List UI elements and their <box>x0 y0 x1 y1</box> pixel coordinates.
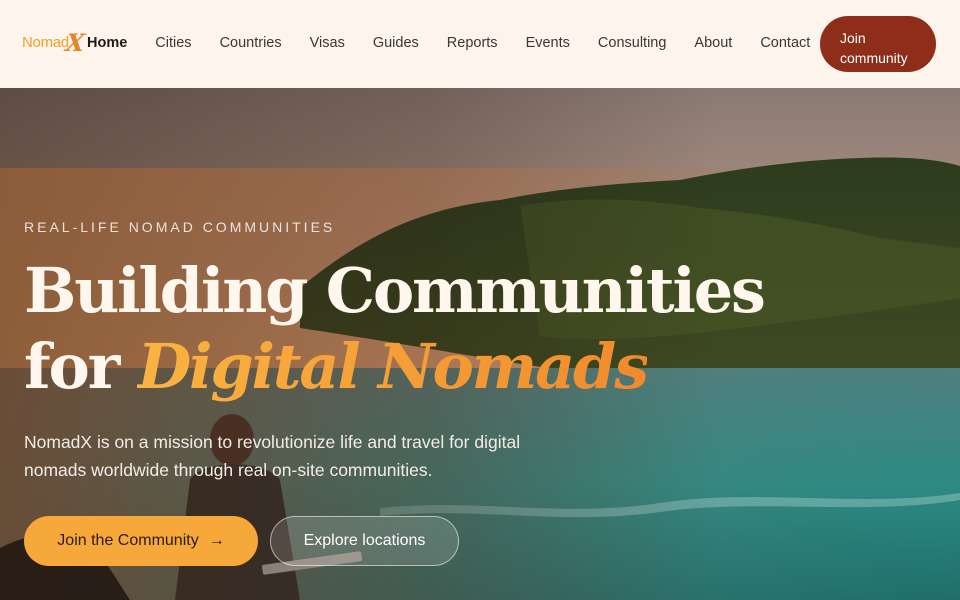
logo-wordmark: Nomad <box>22 34 69 51</box>
hero-subtitle: NomadX is on a mission to revolutionize … <box>24 432 521 480</box>
join-community-button[interactable]: Join community <box>820 16 936 72</box>
nav-link-visas[interactable]: Visas <box>310 35 345 51</box>
logo-x-mark: X <box>63 28 87 57</box>
nav-links: Home Cities Countries Visas Guides Repor… <box>87 35 838 51</box>
nav-link-home[interactable]: Home <box>87 35 127 51</box>
nav-link-guides[interactable]: Guides <box>373 35 419 51</box>
explore-locations-button[interactable]: Explore locations <box>270 516 459 566</box>
join-the-community-button[interactable]: Join the Community → <box>24 516 258 566</box>
nomadx-logo[interactable]: Nomad X <box>22 28 88 59</box>
nav-link-cities[interactable]: Cities <box>155 35 191 51</box>
nav-link-contact[interactable]: Contact <box>760 35 810 51</box>
hero-section: REAL-LIFE NOMAD COMMUNITIES Building Com… <box>0 88 960 600</box>
nav-link-countries[interactable]: Countries <box>220 35 282 51</box>
hero-eyebrow: REAL-LIFE NOMAD COMMUNITIES <box>24 219 336 235</box>
top-navigation: Nomad X Home Cities Countries Visas Guid… <box>0 0 960 88</box>
headline-for: for <box>24 330 120 403</box>
headline-accent: Digital Nomads <box>137 330 649 403</box>
join-label-line2: community <box>840 50 908 66</box>
arrow-right-icon: → <box>208 532 225 549</box>
hero-headline: Building Communities for Digital Nomads <box>24 253 766 405</box>
nav-link-about[interactable]: About <box>694 35 732 51</box>
nav-link-events[interactable]: Events <box>526 35 570 51</box>
nav-link-consulting[interactable]: Consulting <box>598 35 667 51</box>
nav-link-reports[interactable]: Reports <box>447 35 498 51</box>
headline-line1: Building Communities <box>24 254 766 327</box>
join-label-line1: Join <box>840 30 866 46</box>
join-the-community-label: Join the Community <box>57 532 199 549</box>
